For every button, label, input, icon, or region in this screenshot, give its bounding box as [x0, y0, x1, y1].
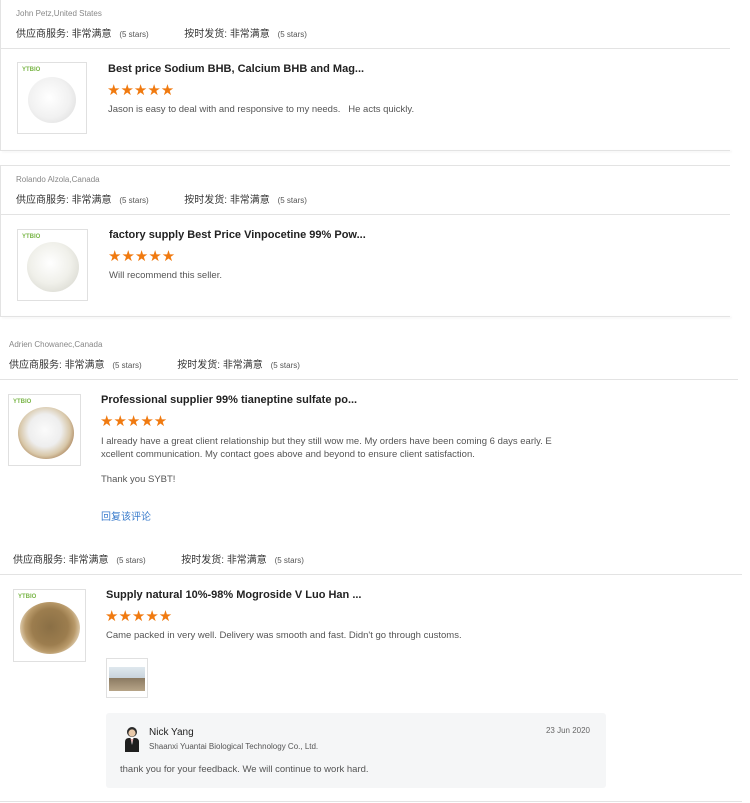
product-thumbnail[interactable]: YTBIO: [8, 394, 81, 466]
delivery-value: 非常满意: [229, 29, 270, 40]
review-text: Jason is easy to deal with and responsiv…: [108, 104, 415, 115]
supplier-service-label: 供应商服务:: [16, 195, 69, 206]
star-rating: ★★★★★: [105, 608, 173, 625]
brand-logo: YTBIO: [22, 234, 41, 240]
delivery-value: 非常满意: [222, 360, 263, 371]
reviewer-name: Rolando Alzola,Canada: [16, 175, 100, 184]
product-title[interactable]: Supply natural 10%-98% Mogroside V Luo H…: [106, 589, 362, 601]
seller-name: Nick Yang: [149, 727, 194, 738]
review-photo[interactable]: [106, 658, 148, 698]
reviewer-name: John Petz,United States: [16, 9, 102, 18]
product-thumbnail[interactable]: YTBIO: [17, 62, 87, 134]
review-text-line: Thank you SYBT!: [101, 474, 176, 485]
supplier-service-stars: (5 stars): [119, 30, 149, 39]
product-powder-image: [28, 77, 76, 123]
product-title[interactable]: Best price Sodium BHB, Calcium BHB and M…: [108, 63, 364, 75]
delivery-stars: (5 stars): [274, 556, 304, 565]
supplier-service-value: 非常满意: [64, 360, 105, 371]
seller-reply: Nick Yang Shaanxi Yuantai Biological Tec…: [106, 713, 606, 788]
card-bottom-border: [0, 316, 730, 317]
delivery-label: 按时发货:: [177, 360, 221, 371]
brand-logo: YTBIO: [18, 594, 37, 600]
seller-avatar: [124, 726, 140, 752]
person-icon: [125, 727, 139, 752]
review-text-line: xcellent communication. My contact goes …: [101, 448, 475, 460]
rating-summary: 供应商服务: 非常满意 (5 stars) 按时发货: 非常满意 (5 star…: [16, 25, 307, 40]
delivery-label: 按时发货:: [184, 195, 228, 206]
divider: [0, 379, 738, 380]
supplier-service-value: 非常满意: [71, 29, 112, 40]
divider: [0, 48, 730, 49]
rating-summary: 供应商服务: 非常满意 (5 stars) 按时发货: 非常满意 (5 star…: [16, 191, 307, 206]
reply-date: 23 Jun 2020: [545, 726, 590, 735]
reply-text: thank you for your feedback. We will con…: [120, 764, 369, 775]
supplier-service-label: 供应商服务:: [16, 29, 69, 40]
supplier-service-value: 非常满意: [71, 195, 112, 206]
product-powder-image: [27, 242, 79, 292]
review-text: Came packed in very well. Delivery was s…: [106, 630, 462, 641]
card-top-border: [0, 165, 730, 166]
product-title[interactable]: factory supply Best Price Vinpocetine 99…: [109, 229, 366, 241]
review-text: I already have a great client relationsh…: [101, 436, 621, 487]
review-photo-image: [109, 667, 145, 691]
brand-logo: YTBIO: [13, 399, 32, 405]
review-text: Will recommend this seller.: [109, 270, 222, 281]
review-text-line: I already have a great client relationsh…: [101, 436, 552, 447]
delivery-label: 按时发货:: [184, 29, 228, 40]
seller-company: Shaanxi Yuantai Biological Technology Co…: [149, 742, 319, 751]
brand-logo: YTBIO: [22, 67, 41, 73]
divider: [0, 214, 730, 215]
divider: [0, 574, 742, 575]
supplier-service-value: 非常满意: [68, 555, 109, 566]
supplier-service-stars: (5 stars): [119, 196, 149, 205]
product-powder-image: [20, 602, 80, 654]
delivery-stars: (5 stars): [277, 196, 307, 205]
product-powder-image: [18, 407, 74, 459]
supplier-service-label: 供应商服务:: [9, 360, 62, 371]
rating-summary: 供应商服务: 非常满意 (5 stars) 按时发货: 非常满意 (5 star…: [9, 356, 300, 371]
supplier-service-stars: (5 stars): [116, 556, 146, 565]
bottom-divider: [0, 801, 742, 802]
star-rating: ★★★★★: [100, 413, 168, 430]
supplier-service-stars: (5 stars): [112, 361, 142, 370]
delivery-stars: (5 stars): [277, 30, 307, 39]
reviewer-name: Adrien Chowanec,Canada: [9, 340, 103, 349]
product-title[interactable]: Professional supplier 99% tianeptine sul…: [101, 394, 357, 406]
star-rating: ★★★★★: [108, 248, 176, 265]
delivery-value: 非常满意: [226, 555, 267, 566]
card-border-left: [0, 0, 1, 150]
product-thumbnail[interactable]: YTBIO: [13, 589, 86, 662]
delivery-stars: (5 stars): [270, 361, 300, 370]
delivery-label: 按时发货:: [181, 555, 225, 566]
delivery-value: 非常满意: [229, 195, 270, 206]
rating-summary: 供应商服务: 非常满意 (5 stars) 按时发货: 非常满意 (5 star…: [13, 551, 304, 566]
supplier-service-label: 供应商服务:: [13, 555, 66, 566]
card-border-left: [0, 165, 1, 317]
reply-to-review-link[interactable]: 回复该评论: [101, 508, 151, 523]
product-thumbnail[interactable]: YTBIO: [17, 229, 88, 301]
card-bottom-border: [0, 150, 730, 151]
star-rating: ★★★★★: [107, 82, 175, 99]
